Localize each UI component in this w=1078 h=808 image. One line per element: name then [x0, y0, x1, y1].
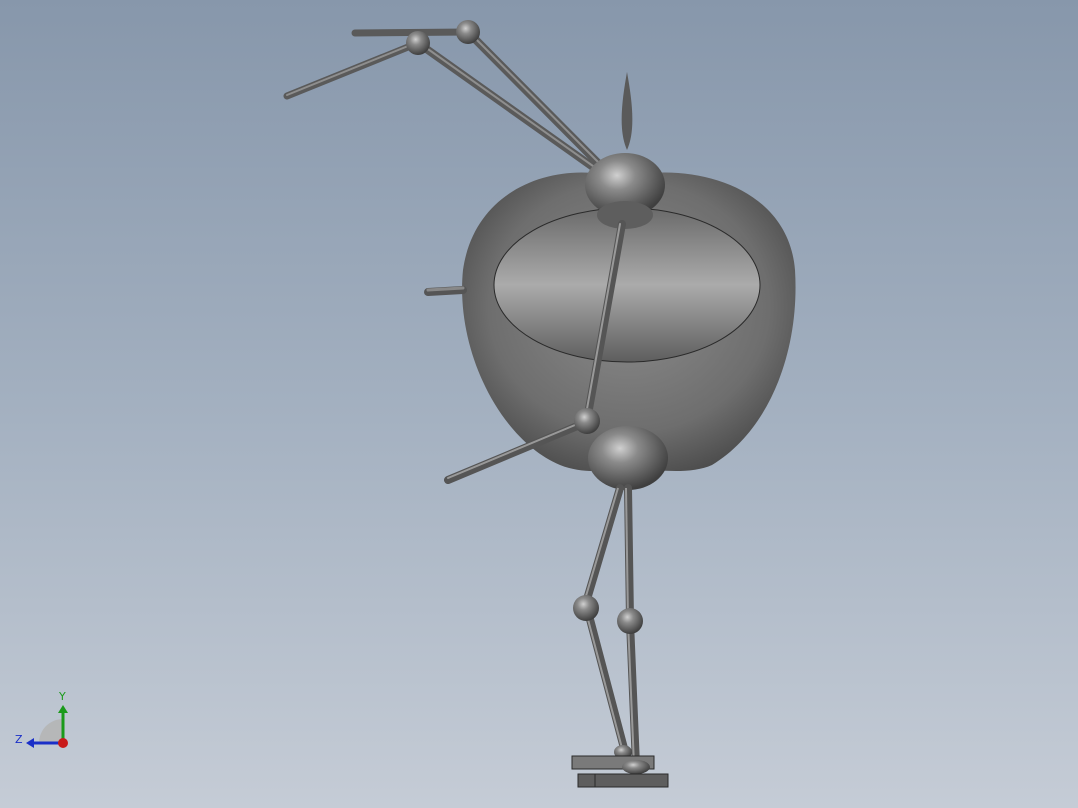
- legs: [573, 484, 643, 769]
- triad-quadrant: [39, 719, 63, 743]
- y-arrow-icon: [58, 705, 68, 713]
- knee-joint: [617, 608, 643, 634]
- z-axis-label: Z: [15, 733, 23, 746]
- feet: [571, 745, 669, 788]
- orientation-triad: Y Z: [15, 690, 68, 748]
- x-axis-dot: [58, 738, 68, 748]
- z-arrow-icon: [26, 738, 34, 748]
- elbow-joint: [574, 408, 600, 434]
- knee-joint: [573, 595, 599, 621]
- upper-arm: [283, 20, 609, 176]
- y-axis-label: Y: [58, 690, 66, 703]
- model-render[interactable]: [0, 0, 1078, 808]
- hip-joint: [588, 426, 668, 490]
- graphics-viewport[interactable]: Y Z: [0, 0, 1078, 808]
- window-panel: [493, 207, 761, 363]
- joint-ball: [406, 31, 430, 55]
- side-stub: [424, 286, 467, 296]
- joint-ball: [456, 20, 480, 44]
- top-spike: [621, 72, 633, 150]
